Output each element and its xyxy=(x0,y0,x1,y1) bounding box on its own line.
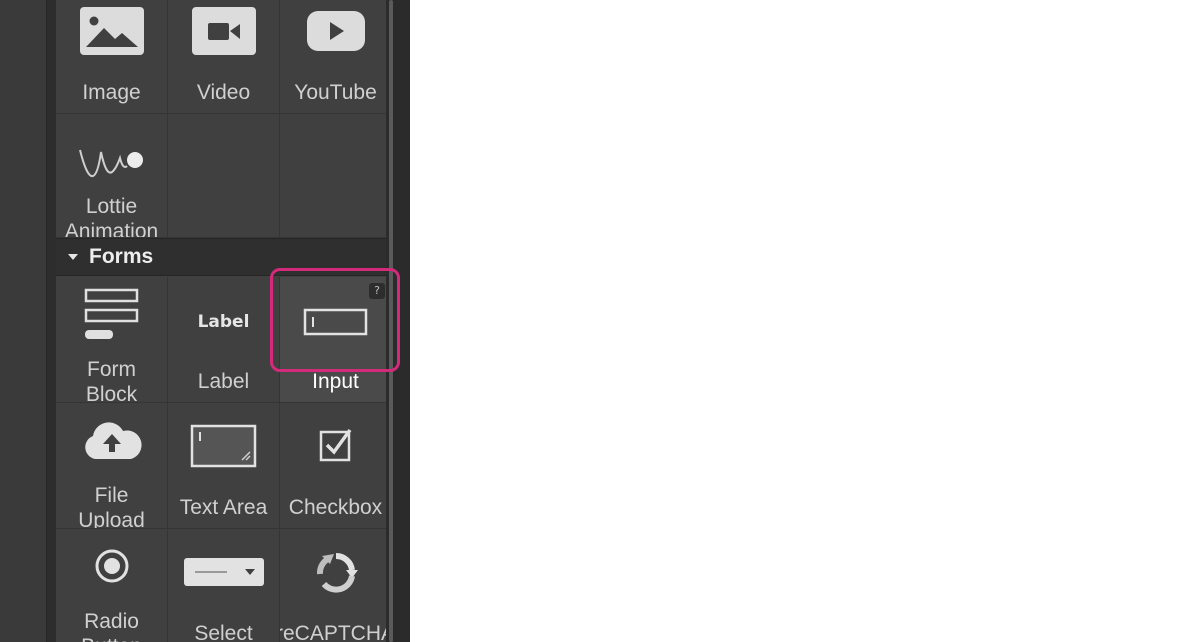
forms-section-title: Forms xyxy=(89,245,154,268)
element-label-radio-button: Radio Button xyxy=(81,610,142,642)
empty-cell xyxy=(280,114,386,238)
element-text-area[interactable]: Text Area xyxy=(168,403,280,529)
element-label-text-area: Text Area xyxy=(179,496,268,519)
recaptcha-icon xyxy=(280,549,386,595)
text-area-icon xyxy=(168,423,279,469)
element-radio-button[interactable]: Radio Button xyxy=(56,529,168,642)
element-label-lottie: Lottie Animation xyxy=(64,195,159,238)
element-lottie-animation[interactable]: Lottie Animation xyxy=(56,114,168,238)
element-image[interactable]: Image xyxy=(56,0,168,114)
element-label-video: Video xyxy=(196,81,251,104)
forms-section-header[interactable]: Forms xyxy=(56,238,386,276)
element-select[interactable]: Select xyxy=(168,529,280,642)
panel-scrollbar[interactable] xyxy=(386,0,410,642)
element-checkbox[interactable]: Checkbox xyxy=(280,403,386,529)
select-dropdown-icon xyxy=(168,555,279,589)
element-label-label: Label xyxy=(197,370,250,393)
element-recaptcha[interactable]: reCAPTCHA xyxy=(280,529,386,642)
element-file-upload[interactable]: File Upload xyxy=(56,403,168,529)
element-label-recaptcha: reCAPTCHA xyxy=(280,622,386,642)
element-label[interactable]: Label Label xyxy=(168,277,280,403)
element-label-input: Input xyxy=(312,370,359,393)
youtube-play-icon xyxy=(280,4,386,58)
element-label-file-upload: File Upload xyxy=(78,484,145,529)
element-label-checkbox: Checkbox xyxy=(288,496,383,519)
scrollbar-thumb[interactable] xyxy=(389,0,393,642)
element-youtube[interactable]: YouTube xyxy=(280,0,386,114)
element-video[interactable]: Video xyxy=(168,0,280,114)
element-label-select: Select xyxy=(194,622,253,642)
image-icon xyxy=(56,4,167,58)
caret-down-icon xyxy=(68,254,78,260)
design-canvas[interactable] xyxy=(410,0,1200,642)
element-label-form-block: Form Block xyxy=(85,358,138,403)
panel-divider xyxy=(46,0,56,642)
left-tool-rail xyxy=(0,0,46,642)
element-input[interactable]: ? Input xyxy=(280,277,386,403)
element-label-youtube: YouTube xyxy=(294,81,377,104)
element-form-block[interactable]: Form Block xyxy=(56,277,168,403)
label-text-icon: Label xyxy=(197,312,250,332)
empty-cell xyxy=(168,114,280,238)
cloud-upload-icon xyxy=(56,417,167,465)
form-block-icon xyxy=(56,287,167,343)
help-icon[interactable]: ? xyxy=(369,283,385,299)
lottie-bounce-icon xyxy=(56,140,167,180)
video-camera-icon xyxy=(168,4,279,58)
checkbox-icon xyxy=(280,425,386,465)
text-input-icon xyxy=(280,305,386,339)
add-elements-panel: Image Video YouTube Lottie Animation For… xyxy=(56,0,386,642)
radio-button-icon xyxy=(56,547,167,585)
element-label-image: Image xyxy=(82,81,141,104)
